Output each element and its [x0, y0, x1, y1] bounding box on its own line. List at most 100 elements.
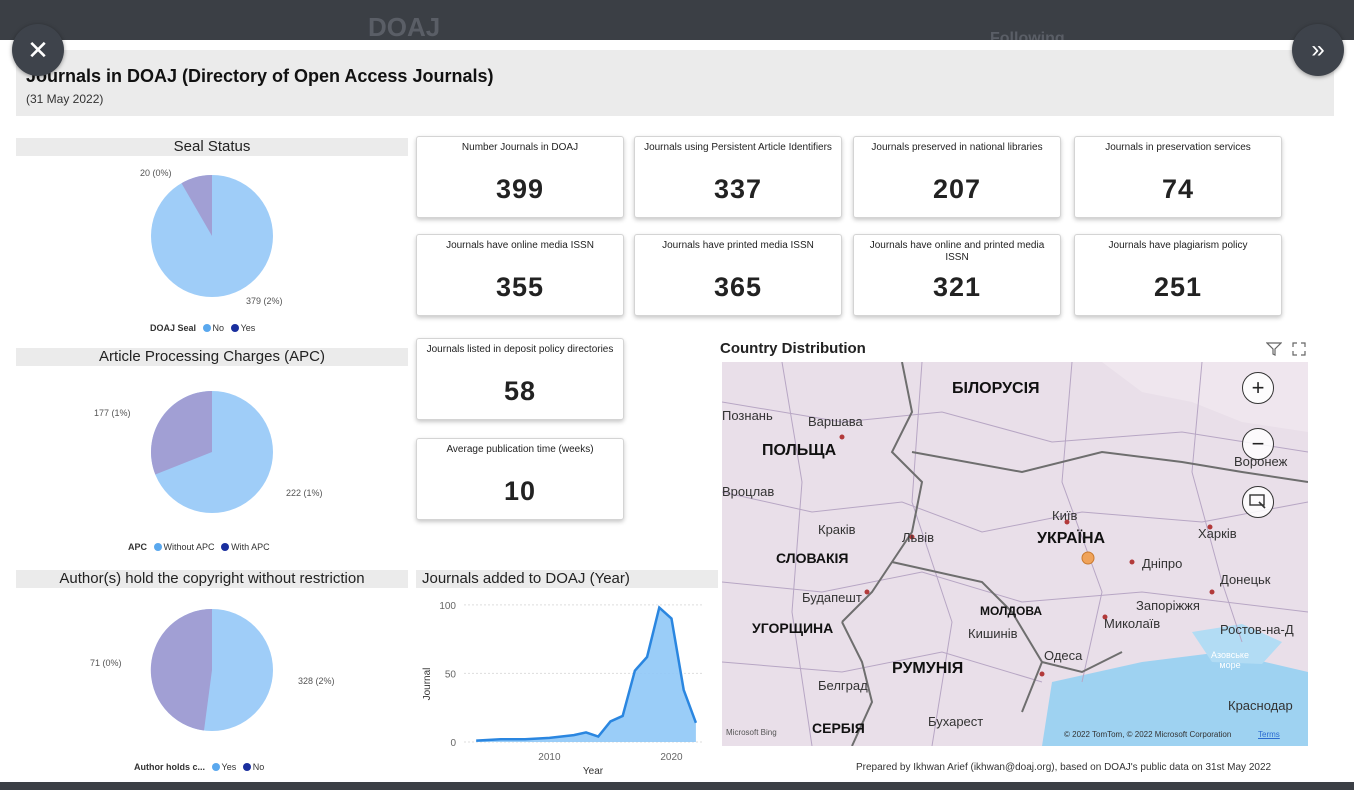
- data-point[interactable]: [617, 710, 629, 722]
- kpi-value: 321: [932, 272, 982, 302]
- app-bottombar: [0, 782, 1354, 790]
- legend-item: Yes: [221, 762, 237, 772]
- data-point[interactable]: [495, 733, 507, 745]
- map-label-city: Львів: [902, 530, 935, 545]
- map-terms-link[interactable]: Terms: [1258, 730, 1280, 739]
- pie-legend-apc: APC Without APC With APC: [128, 542, 270, 552]
- map-label-city: Вроцлав: [722, 484, 775, 499]
- y-tick-label: 100: [439, 601, 456, 612]
- journals-added-chart[interactable]: 0 50 100 2010 2020 Year Journal: [416, 588, 712, 782]
- kpi-card-plagiarism-policy[interactable]: Journals have plagiarism policy 251: [1074, 234, 1282, 316]
- map-label-city: Бухарест: [928, 714, 984, 729]
- kpi-card-publication-time[interactable]: Average publication time (weeks) 10: [416, 438, 624, 520]
- map-label-country: ПОЛЬЩА: [762, 442, 837, 459]
- map-label-city: Миколаїв: [1104, 616, 1161, 631]
- legend-item: Yes: [240, 323, 256, 333]
- kpi-card-persistent-identifiers[interactable]: Journals using Persistent Article Identi…: [634, 136, 842, 218]
- kpi-value: 337: [713, 174, 763, 204]
- data-point[interactable]: [604, 715, 616, 727]
- pie-chart-copyright[interactable]: [140, 604, 280, 744]
- kpi-card-deposit-policy[interactable]: Journals listed in deposit policy direct…: [416, 338, 624, 420]
- select-area-button[interactable]: [1242, 486, 1274, 518]
- kpi-value: 355: [495, 272, 545, 302]
- kpi-value: 365: [713, 272, 763, 302]
- map-label-city: Дніпро: [1142, 556, 1183, 571]
- x-tick-label: 2010: [538, 752, 561, 763]
- pie-legend-copyright: Author holds c... Yes No: [134, 762, 264, 772]
- map-label-city: Одеса: [1044, 648, 1083, 663]
- pie-chart-seal[interactable]: [140, 168, 280, 308]
- data-point[interactable]: [568, 729, 580, 741]
- map-label-city: Варшава: [808, 414, 863, 429]
- select-area-icon: [1249, 494, 1266, 509]
- map-label-city: Краків: [818, 522, 856, 537]
- kpi-label: Journals have online and printed media I…: [869, 240, 1045, 263]
- kpi-label: Journals listed in deposit policy direct…: [426, 344, 614, 355]
- data-point[interactable]: [629, 665, 641, 677]
- legend-item: Without APC: [163, 542, 215, 552]
- next-page-button[interactable]: »: [1292, 24, 1344, 76]
- kpi-card-number-journals[interactable]: Number Journals in DOAJ 399: [416, 136, 624, 218]
- close-icon: ✕: [27, 34, 49, 65]
- data-point[interactable]: [470, 735, 482, 747]
- country-map[interactable]: БІЛОРУСІЯ ПОЛЬЩА УКРАЇНА СЛОВАКІЯ МОЛДОВ…: [722, 362, 1308, 746]
- data-point[interactable]: [519, 733, 531, 745]
- data-point[interactable]: [653, 602, 665, 614]
- kpi-card-printed-issn[interactable]: Journals have printed media ISSN 365: [634, 234, 842, 316]
- kpi-card-national-libraries[interactable]: Journals preserved in national libraries…: [853, 136, 1061, 218]
- pie-title-copyright: Author(s) hold the copyright without res…: [16, 570, 408, 588]
- map-label-city: Київ: [1052, 508, 1078, 523]
- legend-item: No: [212, 323, 225, 333]
- kpi-label: Journals have plagiarism policy: [1108, 240, 1248, 251]
- zoom-out-button[interactable]: −: [1242, 428, 1274, 460]
- chevron-double-right-icon: »: [1311, 36, 1325, 63]
- legend-dot-icon: [153, 543, 162, 551]
- kpi-card-online-issn[interactable]: Journals have online media ISSN 355: [416, 234, 624, 316]
- bing-logo: Microsoft Bing: [726, 728, 777, 737]
- kyiv-bubble[interactable]: [1081, 551, 1095, 565]
- kpi-label: Number Journals in DOAJ: [461, 142, 579, 153]
- pie-label-seal-a: 20 (0%): [140, 168, 172, 178]
- kpi-card-online-printed-issn[interactable]: Journals have online and printed media I…: [853, 234, 1061, 316]
- map-attribution: © 2022 TomTom, © 2022 Microsoft Corporat…: [1064, 730, 1232, 739]
- data-point[interactable]: [641, 651, 653, 663]
- map-label-country: РУМУНІЯ: [892, 660, 964, 677]
- y-tick-label: 0: [450, 738, 456, 749]
- y-tick-label: 50: [445, 669, 457, 680]
- zoom-in-button[interactable]: +: [1242, 372, 1274, 404]
- map-label-city: Кишинів: [968, 626, 1018, 641]
- kpi-value: 251: [1153, 272, 1203, 302]
- map-label-city: Познань: [722, 408, 773, 423]
- data-point[interactable]: [543, 732, 555, 744]
- map-label-country: УГОРЩИНА: [752, 620, 834, 636]
- data-point[interactable]: [690, 717, 702, 729]
- legend-title-seal: DOAJ Seal: [150, 323, 197, 333]
- focus-mode-icon[interactable]: [1292, 342, 1306, 356]
- map-label-country: СЕРБІЯ: [812, 720, 865, 736]
- data-point[interactable]: [678, 684, 690, 696]
- pie-title-seal: Seal Status: [16, 138, 408, 156]
- y-axis-label: Journal: [422, 668, 433, 701]
- kpi-value: 74: [1161, 174, 1195, 204]
- filter-icon[interactable]: [1266, 342, 1282, 356]
- pie-slice-copyright-no[interactable]: [150, 608, 212, 731]
- map-label-city: Ростов-на-Д: [1220, 622, 1294, 637]
- legend-dot-icon: [242, 763, 251, 771]
- data-point[interactable]: [592, 731, 604, 743]
- app-topbar: DOAJ Following: [0, 0, 1354, 47]
- x-tick-label: 2020: [660, 752, 683, 763]
- map-label-sea: Азовське море: [1211, 650, 1249, 670]
- pie-chart-apc[interactable]: [140, 385, 280, 525]
- data-point[interactable]: [665, 613, 677, 625]
- data-point[interactable]: [580, 726, 592, 738]
- kpi-value: 58: [503, 376, 537, 406]
- pie-label-copyright-b: 328 (2%): [298, 676, 335, 686]
- bg-title: DOAJ: [368, 12, 441, 42]
- page-title: Journals in DOAJ (Directory of Open Acce…: [26, 66, 494, 86]
- close-button[interactable]: ✕: [12, 24, 64, 76]
- legend-dot-icon: [202, 324, 211, 332]
- pie-label-apc-b: 222 (1%): [286, 488, 323, 498]
- page-date: (31 May 2022): [26, 92, 104, 106]
- kpi-card-preservation-services[interactable]: Journals in preservation services 74: [1074, 136, 1282, 218]
- map-title: Country Distribution: [720, 340, 866, 357]
